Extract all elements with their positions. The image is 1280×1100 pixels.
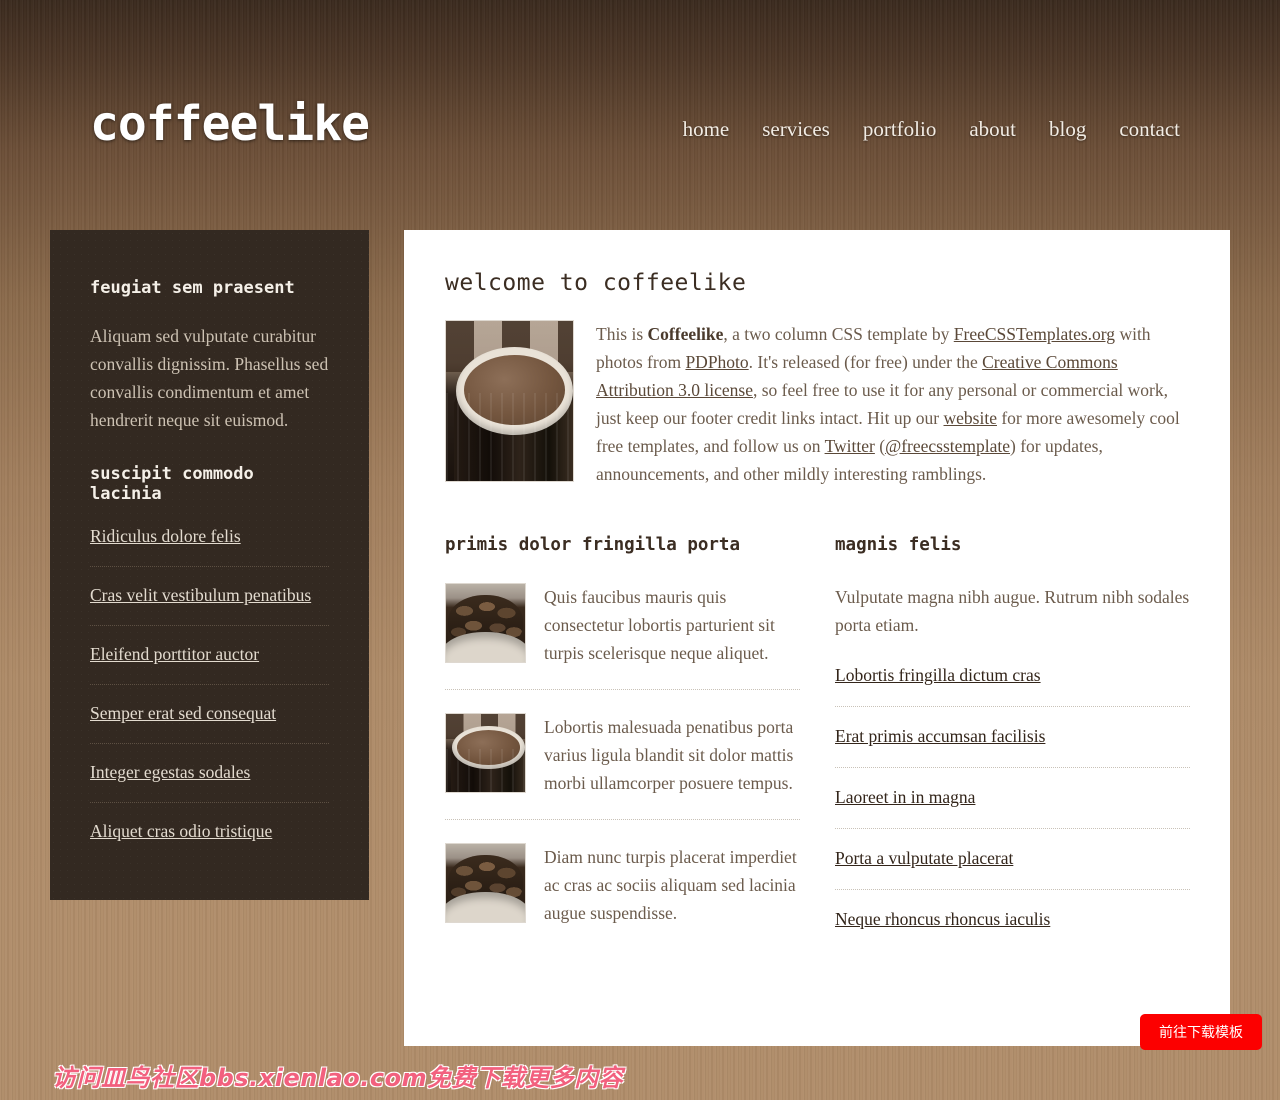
right-column-paragraph: Vulputate magna nibh augue. Rutrum nibh … bbox=[835, 587, 1190, 635]
main-navigation: home services portfolio about blog conta… bbox=[683, 117, 1180, 142]
list-item: Lobortis fringilla dictum cras bbox=[835, 665, 1190, 707]
link-website[interactable]: website bbox=[944, 408, 997, 428]
intro-block: This is Coffeelike, a two column CSS tem… bbox=[445, 320, 1190, 488]
list-item: Ridiculus dolore felis bbox=[90, 526, 329, 567]
right-link-3[interactable]: Laoreet in in magna bbox=[835, 787, 975, 807]
list-item: Cras velit vestibulum penatibus bbox=[90, 585, 329, 626]
site-watermark: 访问皿鸟社区bbs.xienlao.com免费下载更多内容 bbox=[52, 1064, 624, 1092]
coffee-beans-image bbox=[445, 843, 526, 923]
link-freecsstemplates[interactable]: FreeCSSTemplates.org bbox=[954, 324, 1115, 344]
intro-text-4: . It's released (for free) under the bbox=[748, 352, 983, 372]
list-item: Semper erat sed consequat bbox=[90, 703, 329, 744]
right-link-5[interactable]: Neque rhoncus rhoncus iaculis bbox=[835, 909, 1050, 929]
sidebar-link-list: Ridiculus dolore felis Cras velit vestib… bbox=[90, 526, 329, 842]
cup-sheen bbox=[446, 749, 525, 792]
list-item: Porta a vulputate placerat bbox=[835, 848, 1190, 890]
column-primis-dolor: primis dolor fringilla porta Quis faucib… bbox=[445, 535, 800, 930]
right-link-2[interactable]: Erat primis accumsan facilisis bbox=[835, 726, 1045, 746]
column-heading-magnis: magnis felis bbox=[835, 535, 962, 555]
nav-item-portfolio[interactable]: portfolio bbox=[863, 117, 937, 142]
page-wrapper: coffeelike home services portfolio about… bbox=[0, 0, 1280, 1100]
media-list: Quis faucibus mauris quis consectetur lo… bbox=[445, 583, 800, 927]
right-link-1[interactable]: Lobortis fringilla dictum cras bbox=[835, 665, 1041, 685]
download-template-button[interactable]: 前往下载模板 bbox=[1140, 1014, 1262, 1050]
sidebar-link-2[interactable]: Cras velit vestibulum penatibus bbox=[90, 585, 311, 605]
right-link-list: Lobortis fringilla dictum cras Erat prim… bbox=[835, 665, 1190, 930]
column-heading-primis: primis dolor fringilla porta bbox=[445, 535, 741, 555]
coffee-beans-image bbox=[445, 583, 526, 663]
bowl-rim bbox=[446, 632, 525, 662]
site-header: coffeelike home services portfolio about… bbox=[0, 0, 1280, 230]
intro-text-7: ( bbox=[874, 436, 886, 456]
column-magnis-felis: magnis felis Vulputate magna nibh augue.… bbox=[835, 535, 1190, 930]
link-twitter[interactable]: Twitter bbox=[825, 436, 875, 456]
sidebar-heading-feugiat: feugiat sem praesent bbox=[90, 278, 295, 298]
link-twitter-handle[interactable]: @freecsstemplate bbox=[885, 436, 1010, 456]
list-item: Laoreet in in magna bbox=[835, 787, 1190, 829]
lower-columns: primis dolor fringilla porta Quis faucib… bbox=[445, 535, 1190, 930]
sidebar-link-4[interactable]: Semper erat sed consequat bbox=[90, 703, 276, 723]
coffee-cup-image bbox=[445, 320, 574, 482]
sidebar-heading-suscipit: suscipit commodo lacinia bbox=[90, 464, 254, 504]
media-item-text-2: Lobortis malesuada penatibus porta variu… bbox=[544, 717, 794, 793]
list-item: Eleifend porttitor auctor bbox=[90, 644, 329, 685]
bowl-rim bbox=[446, 892, 525, 922]
sidebar-paragraph: Aliquam sed vulputate curabitur convalli… bbox=[90, 326, 329, 430]
list-item: Neque rhoncus rhoncus iaculis bbox=[835, 909, 1190, 930]
sidebar-link-1[interactable]: Ridiculus dolore felis bbox=[90, 526, 241, 546]
nav-item-services[interactable]: services bbox=[762, 117, 830, 142]
nav-item-blog[interactable]: blog bbox=[1049, 117, 1086, 142]
media-item-text-1: Quis faucibus mauris quis consectetur lo… bbox=[544, 587, 775, 663]
sidebar-link-5[interactable]: Integer egestas sodales bbox=[90, 762, 250, 782]
list-item: Erat primis accumsan facilisis bbox=[835, 726, 1190, 768]
list-item: Diam nunc turpis placerat imperdiet ac c… bbox=[445, 843, 800, 927]
list-item: Quis faucibus mauris quis consectetur lo… bbox=[445, 583, 800, 690]
coffee-cup-image bbox=[445, 713, 526, 793]
nav-item-about[interactable]: about bbox=[969, 117, 1016, 142]
main-content-panel: welcome to coffeelike This is Coffeelike… bbox=[404, 230, 1230, 1046]
sidebar: feugiat sem praesent Aliquam sed vulputa… bbox=[50, 230, 369, 900]
site-logo[interactable]: coffeelike bbox=[90, 100, 370, 148]
nav-item-home[interactable]: home bbox=[683, 117, 730, 142]
intro-text-2: , a two column CSS template by bbox=[723, 324, 954, 344]
link-pdphoto[interactable]: PDPhoto bbox=[685, 352, 748, 372]
intro-paragraph: This is Coffeelike, a two column CSS tem… bbox=[596, 320, 1190, 488]
intro-text-1: This is bbox=[596, 324, 648, 344]
brand-name: Coffeelike bbox=[647, 324, 724, 344]
right-link-4[interactable]: Porta a vulputate placerat bbox=[835, 848, 1013, 868]
cup-sheen bbox=[446, 393, 573, 481]
list-item: Aliquet cras odio tristique bbox=[90, 821, 329, 842]
media-item-text-3: Diam nunc turpis placerat imperdiet ac c… bbox=[544, 847, 797, 923]
nav-item-contact[interactable]: contact bbox=[1119, 117, 1180, 142]
list-item: Integer egestas sodales bbox=[90, 762, 329, 803]
sidebar-link-3[interactable]: Eleifend porttitor auctor bbox=[90, 644, 259, 664]
sidebar-link-6[interactable]: Aliquet cras odio tristique bbox=[90, 821, 272, 841]
list-item: Lobortis malesuada penatibus porta variu… bbox=[445, 713, 800, 820]
page-title: welcome to coffeelike bbox=[445, 270, 747, 296]
